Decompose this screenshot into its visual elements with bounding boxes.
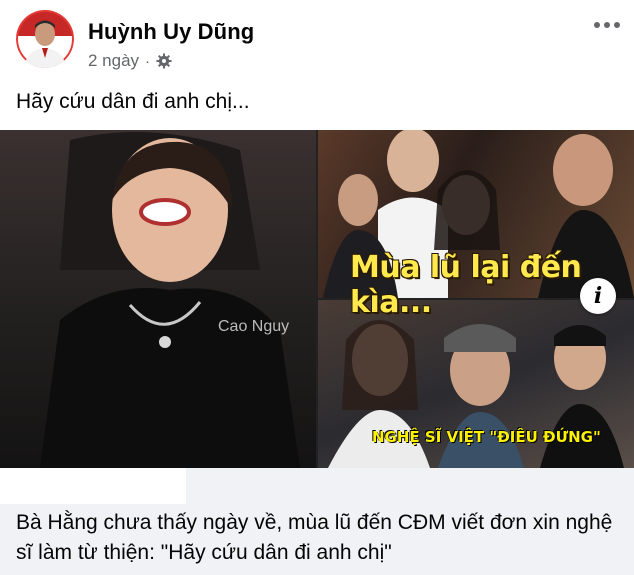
link-title[interactable]: Bà Hằng chưa thấy ngày về, mùa lũ đến CĐ… (16, 508, 616, 568)
more-dot (604, 22, 610, 28)
image-panel-left (0, 130, 316, 468)
post-caption: Hãy cứu dân đi anh chị... (16, 90, 250, 113)
gear-icon[interactable] (156, 53, 172, 69)
image-watermark: Cao Nguy (218, 318, 290, 335)
more-dot (594, 22, 600, 28)
link-domain-placeholder (0, 468, 186, 504)
link-preview-card[interactable]: Bà Hằng chưa thấy ngày về, mùa lũ đến CĐ… (0, 468, 634, 575)
laughing-woman-illustration (40, 132, 300, 468)
more-horizontal-icon[interactable] (594, 18, 620, 32)
more-dot (614, 22, 620, 28)
avatar-portrait (24, 20, 66, 68)
avatar[interactable] (16, 10, 74, 68)
meta-separator: · (145, 52, 151, 70)
author-name[interactable]: Huỳnh Uy Dũng (88, 19, 254, 45)
image-overlay-title: Mùa lũ lại đến kìa... (350, 250, 582, 320)
post-meta: 2 ngày · (88, 51, 172, 71)
post-header: Huỳnh Uy Dũng 2 ngày · (0, 0, 634, 80)
image-overlay-subtitle: NGHỆ SĨ VIỆT "ĐIÊU ĐỨNG" (372, 428, 601, 446)
post-time[interactable]: 2 ngày (88, 51, 139, 71)
